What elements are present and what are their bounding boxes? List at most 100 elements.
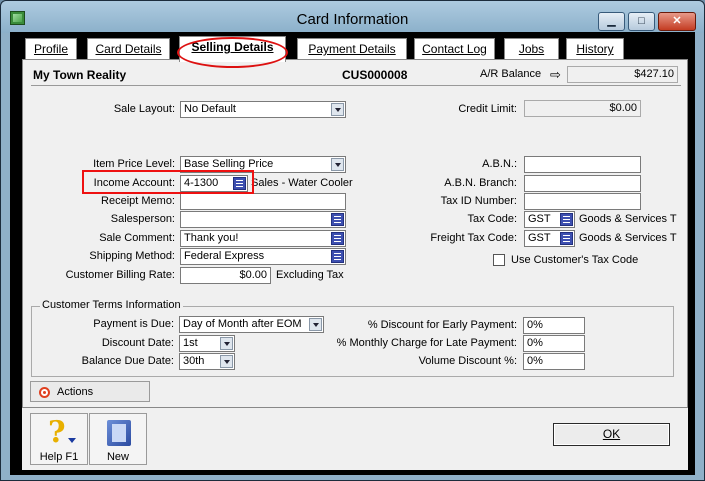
chevron-down-icon[interactable]	[220, 355, 233, 368]
help-label: Help F1	[39, 451, 79, 463]
billing-rate-label: Customer Billing Rate:	[65, 269, 175, 281]
chevron-down-icon[interactable]	[331, 158, 344, 171]
freight-tax-code-field[interactable]: GST	[524, 230, 575, 247]
ok-button[interactable]: OK	[553, 423, 670, 446]
customer-terms-title: Customer Terms Information	[40, 299, 183, 311]
abn-branch-label: A.B.N. Branch:	[444, 177, 517, 189]
new-label: New	[106, 451, 129, 463]
minimize-button[interactable]: ▁	[598, 12, 625, 31]
card-name: My Town Reality	[33, 68, 127, 82]
tax-code-description: Goods & Services T	[579, 213, 677, 225]
income-account-description: Sales - Water Cooler	[251, 177, 353, 189]
tab-card-details[interactable]: Card Details	[87, 38, 170, 60]
receipt-memo-input[interactable]	[180, 193, 346, 210]
chevron-down-icon[interactable]	[309, 318, 322, 331]
ar-balance-label: A/R Balance	[480, 68, 542, 80]
target-icon	[39, 387, 50, 398]
list-icon[interactable]	[233, 177, 246, 190]
discount-date-select[interactable]: 1st	[179, 335, 235, 352]
actions-button[interactable]: Actions	[30, 381, 150, 402]
abn-label: A.B.N.:	[482, 158, 517, 170]
balance-due-date-value: 30th	[183, 355, 205, 367]
card-id: CUS000008	[342, 68, 408, 82]
use-customer-tax-checkbox[interactable]	[493, 254, 505, 266]
arrow-right-icon[interactable]: ⇨	[550, 67, 561, 83]
credit-limit-value: $0.00	[524, 100, 641, 117]
credit-limit-label: Credit Limit:	[458, 103, 517, 115]
tax-id-label: Tax ID Number:	[440, 195, 517, 207]
shipping-method-field[interactable]: Federal Express	[180, 248, 346, 265]
sale-layout-value: No Default	[184, 103, 236, 115]
tab-history[interactable]: History	[566, 38, 624, 60]
discount-date-value: 1st	[183, 337, 198, 349]
item-price-level-select[interactable]: Base Selling Price	[180, 156, 346, 173]
sale-layout-label: Sale Layout:	[113, 103, 175, 115]
actions-label: Actions	[57, 386, 94, 398]
sale-layout-select[interactable]: No Default	[180, 101, 346, 118]
sale-comment-label: Sale Comment:	[99, 232, 175, 244]
late-payment-input[interactable]: 0%	[523, 335, 585, 352]
freight-tax-code-value: GST	[528, 232, 551, 244]
new-card-icon	[107, 420, 131, 446]
close-button[interactable]: ✕	[658, 12, 696, 31]
tax-code-value: GST	[528, 213, 551, 225]
ar-balance-value: $427.10	[567, 66, 678, 83]
list-icon[interactable]	[331, 232, 344, 245]
chevron-down-icon[interactable]	[331, 103, 344, 116]
balance-due-date-label: Balance Due Date:	[81, 355, 174, 367]
new-button[interactable]: New	[89, 413, 147, 465]
balance-due-date-select[interactable]: 30th	[179, 353, 235, 370]
item-price-level-label: Item Price Level:	[93, 158, 175, 170]
abn-input[interactable]	[524, 156, 641, 173]
tab-profile-label: Profile	[33, 42, 68, 56]
early-payment-input[interactable]: 0%	[523, 317, 585, 334]
tax-code-field[interactable]: GST	[524, 211, 575, 228]
tab-selling-details[interactable]: Selling Details	[179, 36, 286, 62]
shipping-method-value: Federal Express	[184, 250, 265, 262]
sale-comment-value: Thank you!	[184, 232, 239, 244]
billing-rate-input[interactable]: $0.00	[180, 267, 271, 284]
tab-contact-log[interactable]: Contact Log	[414, 38, 495, 60]
dropdown-arrow-icon	[68, 438, 76, 443]
header-divider	[31, 85, 681, 86]
tab-payment-details[interactable]: Payment Details	[297, 38, 407, 60]
tab-jobs[interactable]: Jobs	[504, 38, 559, 60]
tab-selling-details-label: Selling Details	[191, 40, 274, 54]
tax-id-input[interactable]	[524, 193, 641, 210]
tab-profile[interactable]: Profile	[25, 38, 77, 60]
abn-branch-input[interactable]	[524, 175, 641, 192]
use-customer-tax-label: Use Customer's Tax Code	[511, 254, 639, 266]
freight-tax-code-description: Goods & Services T	[579, 232, 677, 244]
late-payment-label: % Monthly Charge for Late Payment:	[336, 337, 517, 349]
payment-due-select[interactable]: Day of Month after EOM	[179, 316, 324, 333]
list-icon[interactable]	[560, 213, 573, 226]
item-price-level-value: Base Selling Price	[184, 158, 274, 170]
chevron-down-icon[interactable]	[220, 337, 233, 350]
tax-code-label: Tax Code:	[467, 213, 517, 225]
salesperson-label: Salesperson:	[110, 213, 175, 225]
list-icon[interactable]	[560, 232, 573, 245]
income-account-field[interactable]: 4-1300	[180, 175, 248, 192]
title-bar[interactable]: Card Information ▁ □ ✕	[1, 1, 704, 33]
income-account-label: Income Account:	[93, 177, 175, 189]
salesperson-field[interactable]	[180, 211, 346, 228]
help-question-icon: ?	[48, 415, 66, 450]
receipt-memo-label: Receipt Memo:	[101, 195, 175, 207]
early-payment-label: % Discount for Early Payment:	[367, 319, 517, 331]
income-account-value: 4-1300	[184, 177, 219, 189]
sale-comment-field[interactable]: Thank you!	[180, 230, 346, 247]
maximize-button[interactable]: □	[628, 12, 655, 31]
tab-payment-details-label: Payment Details	[308, 42, 396, 56]
list-icon[interactable]	[331, 213, 344, 226]
discount-date-label: Discount Date:	[101, 337, 174, 349]
shipping-method-label: Shipping Method:	[89, 250, 175, 262]
volume-discount-label: Volume Discount %:	[418, 355, 517, 367]
tab-history-label: History	[576, 42, 614, 56]
help-button[interactable]: ? Help F1	[30, 413, 88, 465]
freight-tax-code-label: Freight Tax Code:	[430, 232, 517, 244]
tab-contact-log-label: Contact Log	[422, 42, 487, 56]
payment-due-label: Payment is Due:	[93, 318, 174, 330]
volume-discount-input[interactable]: 0%	[523, 353, 585, 370]
list-icon[interactable]	[331, 250, 344, 263]
tab-jobs-label: Jobs	[518, 42, 545, 56]
